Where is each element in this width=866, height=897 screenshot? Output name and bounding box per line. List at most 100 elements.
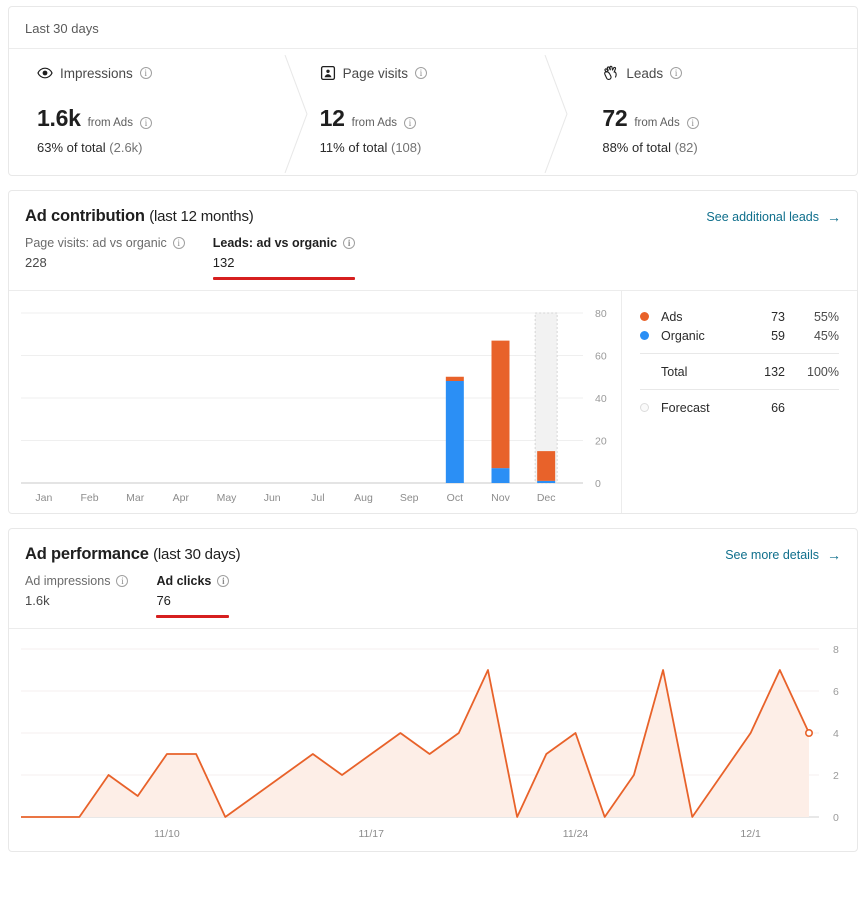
- tab-label-text: Ad clicks: [156, 574, 212, 588]
- info-icon[interactable]: i: [172, 237, 185, 249]
- ad-contribution-card: Ad contribution (last 12 months) See add…: [8, 190, 858, 514]
- kpi-share-page-visits: 11% of total (108): [320, 140, 559, 155]
- legend-pct-total: 100%: [807, 364, 839, 379]
- svg-text:Nov: Nov: [491, 492, 510, 504]
- kpi-value-row-impressions: 1.6k from Ads i: [37, 105, 276, 132]
- kpi-from-label-impressions: from Ads: [87, 117, 133, 129]
- tab-page-visits-ad-vs-organic[interactable]: Page visits: ad vs organic i 228: [25, 236, 185, 290]
- kpi-share-total: (82): [674, 140, 698, 155]
- title-subtext: (last 30 days): [153, 546, 241, 563]
- svg-text:2: 2: [833, 770, 839, 782]
- kpi-header-impressions: Impressions i: [37, 63, 276, 83]
- ad-clicks-area-chart[interactable]: 0 2 4 6 8 11/10 11/17 11/24 12/1: [9, 629, 857, 851]
- tab-underline: [212, 277, 356, 280]
- ad-contribution-header: Ad contribution (last 12 months) See add…: [9, 191, 857, 226]
- tab-label-text: Page visits: ad vs organic: [25, 236, 167, 250]
- svg-text:Dec: Dec: [537, 492, 556, 504]
- legend-value-forecast: 66: [771, 400, 785, 415]
- info-icon[interactable]: i: [139, 117, 152, 129]
- kpi-share-total: (108): [390, 140, 422, 155]
- info-icon[interactable]: i: [404, 117, 417, 129]
- kpi-share-pct: 88% of total: [602, 140, 675, 155]
- kpi-title-impressions: Impressions: [60, 65, 133, 81]
- svg-text:May: May: [217, 492, 238, 504]
- svg-text:Oct: Oct: [447, 492, 463, 504]
- ad-performance-header: Ad performance (last 30 days) See more d…: [9, 529, 857, 564]
- ad-performance-title: Ad performance (last 30 days): [25, 545, 241, 564]
- svg-text:60: 60: [595, 351, 607, 363]
- tab-label-text: Ad impressions: [25, 574, 111, 588]
- info-icon[interactable]: i: [217, 575, 230, 587]
- legend-value-organic: 59: [771, 328, 785, 343]
- kpi-title-page-visits: Page visits: [342, 65, 408, 81]
- kpi-value-impressions: 1.6k: [37, 105, 81, 131]
- legend-dot-forecast: [640, 403, 649, 412]
- tab-value: 228: [25, 255, 47, 270]
- kpi-value-row-page-visits: 12 from Ads i: [320, 105, 559, 132]
- see-more-details-link[interactable]: See more details →: [725, 545, 841, 562]
- tab-value: 1.6k: [25, 593, 50, 608]
- legend-row-organic: Organic 59 45%: [640, 326, 839, 345]
- info-icon[interactable]: i: [116, 575, 129, 587]
- tab-underline: [25, 615, 128, 618]
- svg-text:12/1: 12/1: [740, 828, 761, 840]
- tab-label: Page visits: ad vs organic i: [25, 236, 185, 250]
- tab-underline: [156, 615, 230, 618]
- svg-text:Apr: Apr: [173, 492, 190, 504]
- legend-divider: [640, 389, 839, 390]
- tab-value: 76: [156, 593, 171, 608]
- legend-row-forecast: Forecast 66: [640, 398, 839, 417]
- date-range-label: Last 30 days: [9, 7, 857, 49]
- link-label: See more details: [725, 548, 819, 562]
- eye-icon: [37, 65, 53, 81]
- kpi-share-pct: 63% of total: [37, 140, 110, 155]
- legend-name-ads: Ads: [661, 309, 683, 324]
- ad-performance-card: Ad performance (last 30 days) See more d…: [8, 528, 858, 852]
- arrow-right-icon: →: [827, 547, 841, 563]
- stacked-bar-chart[interactable]: 0 20 40 60 80 Jan Feb Mar Apr May Jun Jul Aug Sep Oct N…: [9, 291, 621, 513]
- clap-hand-icon: [602, 65, 619, 81]
- kpi-share-total: (2.6k): [109, 140, 143, 155]
- info-icon[interactable]: i: [343, 237, 356, 249]
- tab-label-text: Leads: ad vs organic: [212, 236, 338, 250]
- info-icon[interactable]: i: [139, 67, 152, 79]
- link-label: See additional leads: [706, 210, 819, 224]
- info-icon[interactable]: i: [414, 67, 427, 79]
- svg-text:Sep: Sep: [400, 492, 419, 504]
- tab-ad-clicks[interactable]: Ad clicks i 76: [156, 574, 230, 628]
- tab-label: Leads: ad vs organic i: [212, 236, 356, 250]
- legend-dot-organic: [640, 331, 649, 340]
- analytics-page: Last 30 days Impressions i 1.6k from Ads…: [0, 6, 866, 852]
- svg-text:11/17: 11/17: [358, 828, 384, 840]
- kpi-metric-leads: Leads i 72 from Ads i 88% of total (82): [574, 63, 857, 155]
- svg-text:Jun: Jun: [264, 492, 281, 504]
- tab-underline: [25, 277, 185, 280]
- legend-value-ads: 73: [771, 309, 785, 324]
- ad-contribution-tabs: Page visits: ad vs organic i 228 Leads: a…: [9, 226, 857, 291]
- kpi-value-row-leads: 72 from Ads i: [602, 105, 841, 132]
- ad-performance-tabs: Ad impressions i 1.6k Ad clicks i 76: [9, 564, 857, 629]
- kpi-header-page-visits: Page visits i: [320, 63, 559, 83]
- legend-name-forecast: Forecast: [661, 400, 710, 415]
- svg-text:80: 80: [595, 308, 607, 320]
- kpi-metrics-row: Impressions i 1.6k from Ads i 63% of tot…: [9, 49, 857, 175]
- see-additional-leads-link[interactable]: See additional leads →: [706, 207, 841, 224]
- svg-text:11/10: 11/10: [154, 828, 180, 840]
- legend-dot-total: [640, 367, 649, 376]
- info-icon[interactable]: i: [670, 67, 683, 79]
- kpi-share-leads: 88% of total (82): [602, 140, 841, 155]
- svg-text:20: 20: [595, 436, 607, 448]
- legend-divider: [640, 353, 839, 354]
- title-text: Ad performance: [25, 545, 149, 563]
- title-subtext: (last 12 months): [149, 208, 254, 225]
- page-visits-icon: [320, 65, 336, 81]
- svg-text:0: 0: [595, 478, 601, 490]
- legend-row-ads: Ads 73 55%: [640, 307, 839, 326]
- kpi-metric-impressions: Impressions i 1.6k from Ads i 63% of tot…: [9, 63, 292, 155]
- ad-contribution-title: Ad contribution (last 12 months): [25, 207, 254, 226]
- tab-ad-impressions[interactable]: Ad impressions i 1.6k: [25, 574, 129, 628]
- info-icon[interactable]: i: [686, 117, 699, 129]
- svg-text:Mar: Mar: [126, 492, 145, 504]
- kpi-metric-page-visits: Page visits i 12 from Ads i 11% of total…: [292, 63, 575, 155]
- tab-leads-ad-vs-organic[interactable]: Leads: ad vs organic i 132: [212, 236, 356, 290]
